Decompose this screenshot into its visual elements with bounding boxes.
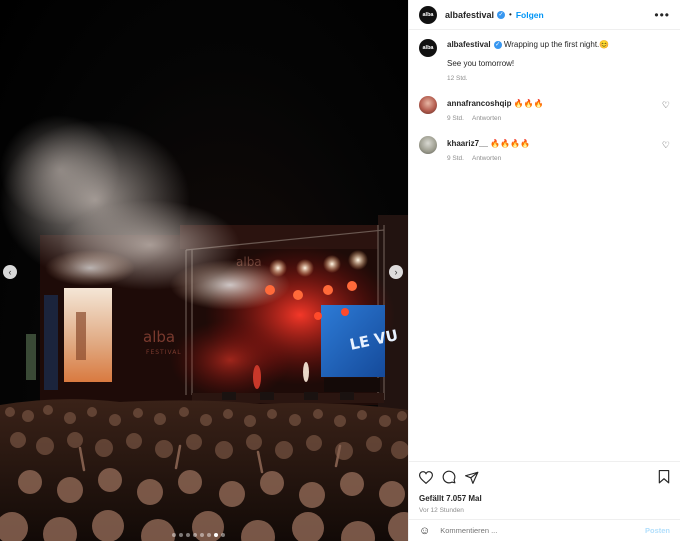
comment-content: khaariz7__ 🔥🔥🔥🔥 9 Std. Antworten [447, 138, 662, 164]
post-timestamp[interactable]: Vor 12 Stunden [419, 507, 670, 514]
carousel-dot [200, 533, 204, 537]
carousel-dot [179, 533, 183, 537]
account-username[interactable]: albafestival [445, 10, 494, 20]
header-separator: • [509, 10, 512, 19]
share-send-icon[interactable] [465, 471, 479, 484]
more-options-icon[interactable]: ••• [654, 8, 670, 22]
account-avatar[interactable]: alba [419, 5, 437, 24]
previous-slide-button[interactable]: ‹ [3, 265, 17, 279]
carousel-indicator [172, 533, 225, 537]
comment-item: annafrancoshqip 🔥🔥🔥 9 Std. Antworten ♡ [419, 96, 670, 124]
comment-bubble-icon[interactable] [442, 470, 456, 484]
caption-content: albafestival ✓ Wrapping up the first nigh… [447, 39, 662, 84]
save-bookmark-icon[interactable] [658, 470, 670, 484]
comment-like-heart-icon[interactable]: ♡ [662, 140, 670, 151]
stage-brand: alba [143, 328, 175, 346]
comment-like-heart-icon[interactable]: ♡ [662, 100, 670, 111]
comment-item: khaariz7__ 🔥🔥🔥🔥 9 Std. Antworten ♡ [419, 136, 670, 164]
comment-time[interactable]: 9 Std. [447, 113, 464, 124]
post-comment-button[interactable]: Posten [645, 526, 670, 535]
post-header: alba albafestival ✓ • Folgen ••• [409, 0, 680, 30]
caption-text-line2: See you tomorrow! [447, 59, 515, 68]
chevron-right-icon: › [394, 267, 398, 277]
verified-badge-icon: ✓ [493, 40, 502, 49]
carousel-dot [214, 533, 218, 537]
avatar-logo-text: alba [422, 11, 434, 18]
caption-avatar[interactable]: alba [419, 39, 437, 57]
reply-button[interactable]: Antworten [472, 153, 501, 164]
commenter-avatar[interactable] [419, 96, 437, 114]
comments-section: alba albafestival ✓ Wrapping up the first… [409, 30, 680, 164]
caption: alba albafestival ✓ Wrapping up the first… [419, 39, 670, 84]
commenter-avatar[interactable] [419, 136, 437, 154]
verified-badge-icon: ✓ [497, 10, 506, 19]
carousel-dot [221, 533, 225, 537]
comment-composer: ☺ Posten [409, 519, 680, 541]
concert-photo: LE VU alba FESTIVAL alba [0, 115, 408, 541]
carousel-dot [186, 533, 190, 537]
comment-text: 🔥🔥🔥🔥 [490, 139, 530, 148]
stage-sub: FESTIVAL [146, 349, 182, 356]
follow-button[interactable]: Folgen [516, 10, 544, 20]
carousel-dot [207, 533, 211, 537]
reply-button[interactable]: Antworten [472, 113, 501, 124]
comment-username[interactable]: annafrancoshqip [447, 99, 511, 108]
comment-time[interactable]: 9 Std. [447, 153, 464, 164]
avatar-logo-text: alba [422, 45, 434, 51]
like-heart-icon[interactable] [419, 470, 433, 484]
comment-input[interactable] [440, 526, 621, 535]
comment-username[interactable]: khaariz7__ [447, 139, 488, 148]
next-slide-button[interactable]: › [389, 265, 403, 279]
likes-count[interactable]: Gefällt 7.057 Mal [419, 494, 670, 503]
emoji-smiley-icon[interactable]: ☺ [419, 525, 430, 537]
post-media[interactable]: LE VU alba FESTIVAL alba [0, 0, 408, 541]
post-actions: Gefällt 7.057 Mal Vor 12 Stunden [409, 461, 680, 514]
comment-content: annafrancoshqip 🔥🔥🔥 9 Std. Antworten [447, 98, 662, 124]
comment-text: 🔥🔥🔥 [513, 99, 544, 108]
carousel-dot [172, 533, 176, 537]
carousel-dot [193, 533, 197, 537]
caption-text: Wrapping up the first night.😊 [503, 40, 610, 49]
post-details-panel: alba albafestival ✓ • Folgen ••• alba al… [408, 0, 680, 541]
caption-username[interactable]: albafestival [447, 40, 491, 49]
caption-time[interactable]: 12 Std. [447, 73, 468, 84]
chevron-left-icon: ‹ [8, 267, 12, 277]
action-icons [419, 469, 670, 485]
